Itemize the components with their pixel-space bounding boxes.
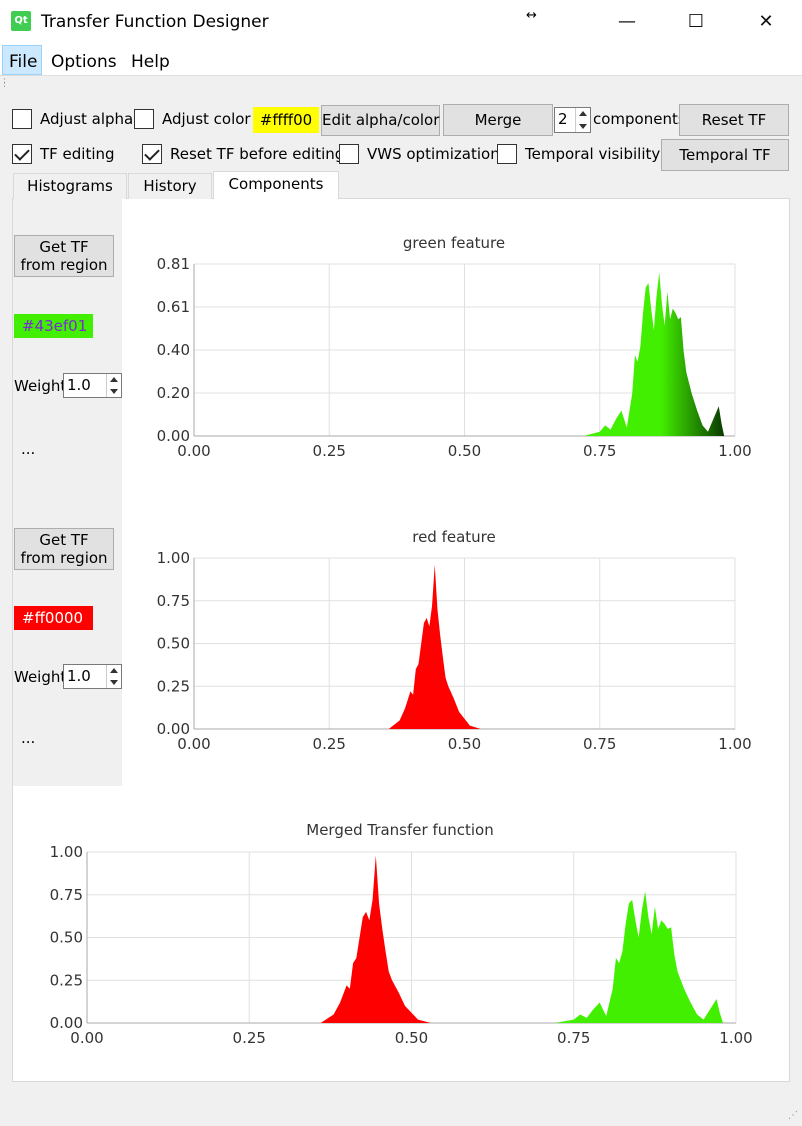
tab-components[interactable]: Components [213,171,339,199]
vws-optimization-label: VWS optimization [367,145,500,163]
x-tick-label: 1.00 [719,1029,752,1047]
spin-arrows-icon[interactable] [106,665,121,688]
x-tick-label: 0.75 [583,442,616,460]
y-tick-label: 0.81 [157,255,190,273]
chart-title: Merged Transfer function [306,821,493,839]
get-tf-line2: from region [20,549,108,567]
components-label: components [593,110,686,128]
minimize-button[interactable]: — [604,0,650,44]
menu-help[interactable]: Help [131,52,170,72]
menu-bar [0,44,802,76]
edit-alpha-color-button[interactable]: Edit alpha/color [321,105,440,136]
vws-optimization-checkbox[interactable] [339,144,359,164]
weight-value: 1.0 [67,376,91,394]
temporal-visibility-label: Temporal visibility [525,145,661,163]
adjust-color-label: Adjust color [162,110,251,128]
menu-options[interactable]: Options [51,52,117,72]
green-feature-chart[interactable]: green feature0.00 0.25 0.50 0.75 1.000.000.2… [135,212,773,480]
green-feature-chart-card: green feature 0.00 0.25 0.50 0.75 1.00 0.00 0.2… [135,212,773,480]
y-tick-label: 0.50 [50,929,83,947]
y-tick-label: 0.20 [157,384,190,402]
chart-title: red feature [412,528,496,546]
get-tf-line1: Get TF [39,238,89,256]
temporal-tf-button[interactable]: Temporal TF [661,139,789,171]
more-options-link[interactable]: ... [21,440,35,458]
adjust-alpha-label: Adjust alpha [40,110,134,128]
merged-tf-chart-card: Merged Transfer function 0.00 0.25 0.50 0.75… [27,799,773,1067]
y-tick-label: 1.00 [157,549,190,567]
y-tick-label: 1.00 [50,843,83,861]
component-controls-panel [13,199,122,786]
components-spinbox[interactable]: 2 [554,107,591,133]
spin-arrows-icon[interactable] [575,108,590,132]
y-tick-label: 0.00 [157,720,190,738]
get-tf-line1: Get TF [39,531,89,549]
tf-editing-checkbox[interactable] [12,144,32,164]
weight-label: Weight [14,668,67,686]
resize-cursor-icon: ↔ [526,8,537,23]
window-title: Transfer Function Designer [41,12,269,32]
toolbar-grip-icon[interactable]: :: [3,77,6,90]
area-series [554,891,724,1023]
weight-value: 1.0 [67,667,91,685]
area-series [388,564,481,729]
x-tick-label: 1.00 [718,442,751,460]
reset-tf-before-editing-checkbox[interactable] [142,144,162,164]
spin-arrows-icon[interactable] [106,374,121,397]
tab-histograms[interactable]: Histograms [13,173,127,199]
y-tick-label: 0.25 [50,971,83,989]
y-tick-label: 0.25 [157,677,190,695]
y-tick-label: 0.75 [50,886,83,904]
maximize-button[interactable]: ☐ [673,0,719,44]
x-tick-label: 0.50 [448,442,481,460]
adjust-color-checkbox[interactable] [134,109,154,129]
tf-editing-label: TF editing [40,145,115,163]
weight-spinbox[interactable]: 1.0 [63,664,122,689]
area-series [320,855,431,1023]
components-spinbox-value: 2 [558,110,568,128]
reset-tf-before-editing-label: Reset TF before editing [170,145,345,163]
get-tf-from-region-button[interactable]: Get TF from region [14,528,114,570]
get-tf-from-region-button[interactable]: Get TF from region [14,235,114,277]
menu-file[interactable]: File [9,52,37,72]
x-tick-label: 0.50 [448,735,481,753]
more-options-link[interactable]: ... [21,729,35,747]
current-color-swatch[interactable]: #ffff00 [253,107,319,133]
y-tick-label: 0.75 [157,592,190,610]
y-tick-label: 0.00 [157,427,190,445]
merged-tf-chart[interactable]: Merged Transfer function 0.00 0.25 0.50 0.75… [27,799,773,1067]
adjust-alpha-checkbox[interactable] [12,109,32,129]
x-tick-label: 0.25 [233,1029,266,1047]
x-tick-label: 0.25 [313,735,346,753]
y-tick-label: 0.61 [157,298,190,316]
x-tick-label: 0.75 [583,735,616,753]
x-tick-label: 0.75 [557,1029,590,1047]
merge-button[interactable]: Merge [443,104,553,136]
area-series [583,272,725,436]
tab-history[interactable]: History [128,173,212,199]
red-feature-chart-card: red feature 0.00 0.25 0.50 0.75 1.00 0.00 0.25 0… [135,506,773,772]
y-tick-label: 0.00 [50,1014,83,1032]
red-feature-chart[interactable]: red feature0.00 0.25 0.50 0.75 1.000.000.250… [135,506,773,772]
x-tick-label: 0.50 [395,1029,428,1047]
component-color-swatch[interactable]: #43ef01 [14,314,93,338]
weight-label: Weight [14,377,67,395]
y-tick-label: 0.40 [157,341,190,359]
weight-spinbox[interactable]: 1.0 [63,373,122,398]
close-button[interactable]: ✕ [743,0,789,44]
qt-logo-icon: Qt [11,11,31,31]
resize-grip-icon[interactable]: ⋰ [788,1110,798,1121]
x-tick-label: 1.00 [718,735,751,753]
component-color-swatch[interactable]: #ff0000 [14,606,93,630]
temporal-visibility-checkbox[interactable] [497,144,517,164]
get-tf-line2: from region [20,256,108,274]
reset-tf-button[interactable]: Reset TF [679,104,789,136]
y-tick-label: 0.50 [157,635,190,653]
x-tick-label: 0.25 [313,442,346,460]
chart-title: green feature [403,234,505,252]
